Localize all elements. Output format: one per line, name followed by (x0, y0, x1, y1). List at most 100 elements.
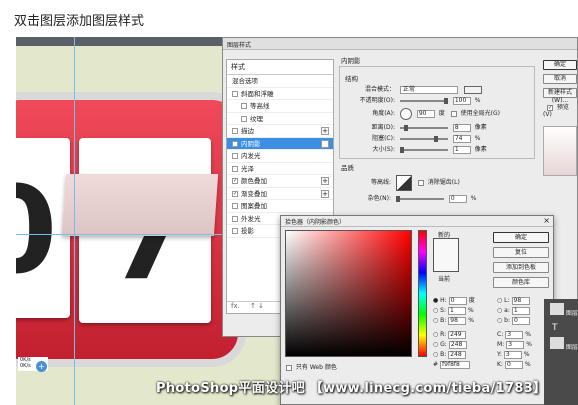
guide-vertical (74, 37, 75, 405)
hue-slider[interactable] (418, 230, 427, 357)
choke-input[interactable]: 74 (452, 134, 471, 143)
distance-slider[interactable] (399, 124, 448, 131)
digit-left: 0 (16, 172, 58, 292)
style-item[interactable]: 混合选项 (227, 75, 333, 88)
cancel-button[interactable]: 取消 (543, 74, 577, 84)
h-input[interactable]: 0 (448, 296, 467, 305)
style-checkbox[interactable] (232, 90, 238, 97)
style-checkbox[interactable] (241, 115, 247, 122)
style-checkbox[interactable] (241, 103, 247, 109)
style-item-label: 图案叠加 (241, 202, 267, 210)
choke-label: 阻塞(C): (372, 135, 395, 142)
style-item[interactable]: 内发光 (227, 150, 333, 163)
lab-b-input[interactable]: 0 (511, 316, 530, 325)
r-input[interactable]: 249 (448, 330, 467, 339)
inner-shadow-panel: 内阴影 结构 混合模式： 正常 不透明度(O): 100 % 角度(A): 90… (339, 52, 535, 204)
layers-panel: 图层 T 图层 (544, 299, 578, 405)
style-item[interactable]: 纹理 (227, 113, 333, 125)
blue-input[interactable]: 248 (448, 350, 467, 359)
add-icon[interactable]: + (36, 361, 47, 372)
new-style-button[interactable]: 新建样式(W)... (543, 88, 577, 104)
color-picker-buttons: 确定 复位 添加到色板 颜色库 (493, 232, 549, 292)
c-input[interactable]: 3 (505, 330, 524, 339)
opacity-slider[interactable] (399, 97, 448, 104)
style-checkbox[interactable] (232, 153, 238, 159)
size-label: 大小(S): (372, 146, 395, 153)
style-item[interactable]: ✓ 渐变叠加 + (227, 188, 333, 200)
fx-button[interactable]: fx. (231, 302, 240, 310)
style-item[interactable]: 光泽 (227, 163, 333, 175)
color-values: ● H: 0 度 ○ L: 98 ○ S: 1% ○ a: 1 ○ B: 98% ○ b: 0 ○ … (433, 296, 532, 369)
hex-input[interactable]: f9f8f8 (440, 360, 471, 369)
add-swatch-button[interactable]: 添加到色板 (493, 262, 549, 273)
style-checkbox[interactable] (232, 228, 238, 234)
photoshop-screenshot: 0 7 0K/s 0K/s + 图层样式 样式 混合选项斜面和浮雕等高线纹理描边… (16, 37, 578, 405)
m-input[interactable]: 3 (506, 340, 525, 349)
add-style-icon[interactable]: + (321, 139, 329, 148)
style-checkbox[interactable]: ✓ (232, 178, 238, 184)
angle-dial[interactable] (399, 107, 412, 120)
layer-row[interactable]: 图层 (544, 333, 578, 351)
blend-mode-select[interactable]: 正常 (399, 85, 458, 94)
style-item-label: 光泽 (241, 164, 254, 173)
style-item[interactable]: 描边 + (227, 125, 333, 138)
style-item[interactable]: ✓ 颜色叠加 + (227, 175, 333, 188)
add-style-icon[interactable]: + (321, 127, 329, 135)
style-checkbox[interactable] (232, 203, 238, 209)
contour-picker[interactable] (395, 174, 412, 191)
noise-slider[interactable] (395, 195, 444, 202)
angle-input[interactable]: 90 (416, 109, 435, 118)
shadow-color-swatch[interactable] (463, 85, 482, 94)
b-input[interactable]: 98 (448, 316, 467, 325)
add-style-icon[interactable]: + (321, 189, 329, 198)
preview-checkbox[interactable]: ✓ (547, 104, 553, 111)
style-item[interactable]: ✓ 内阴影 + (227, 137, 333, 150)
g-input[interactable]: 248 (448, 340, 467, 349)
a-input[interactable]: 1 (511, 306, 530, 315)
color-libraries-button[interactable]: 颜色库 (493, 277, 549, 288)
watermark-text: PhotoShop平面设计吧 【www.linecg.com/tieba/178… (156, 381, 547, 396)
flip-flap (61, 174, 219, 236)
move-arrows[interactable]: ↑ ↓ (250, 302, 264, 310)
layer-row[interactable]: T (544, 317, 578, 333)
antialias-checkbox[interactable] (417, 179, 424, 186)
angle-label: 角度(A): (372, 110, 395, 117)
size-slider[interactable] (399, 146, 448, 153)
s-input[interactable]: 1 (447, 306, 466, 315)
opacity-label: 不透明度(O): (359, 97, 395, 104)
style-item[interactable]: 斜面和浮雕 (227, 88, 333, 100)
distance-input[interactable]: 8 (452, 123, 471, 132)
dialog-title: 图层样式 (223, 38, 577, 50)
style-item[interactable]: 等高线 (227, 100, 333, 113)
l-input[interactable]: 98 (511, 296, 530, 305)
noise-input[interactable]: 0 (448, 194, 467, 203)
styles-header[interactable]: 样式 (227, 60, 333, 75)
style-checkbox[interactable]: ✓ (232, 140, 238, 147)
new-color-swatch (433, 238, 459, 272)
style-checkbox[interactable] (232, 128, 238, 134)
k-input[interactable]: 0 (504, 360, 523, 369)
style-item[interactable]: 图案叠加 (227, 200, 333, 213)
opacity-input[interactable]: 100 (452, 96, 471, 105)
add-style-icon[interactable]: + (321, 177, 329, 185)
picker-ok-button[interactable]: 确定 (493, 232, 549, 243)
choke-slider[interactable] (399, 135, 448, 142)
layer-row[interactable]: 图层 (544, 299, 578, 317)
style-item-label: 渐变叠加 (241, 189, 267, 198)
size-input[interactable]: 1 (452, 145, 471, 154)
y-input[interactable]: 3 (503, 350, 522, 359)
global-light-checkbox[interactable] (450, 110, 457, 117)
picker-reset-button[interactable]: 复位 (493, 247, 549, 258)
ok-button[interactable]: 确定 (543, 60, 577, 70)
color-picker-title: 拾色器（内阴影颜色） (285, 219, 346, 226)
web-only-checkbox[interactable] (286, 364, 292, 371)
color-field[interactable] (285, 230, 412, 357)
close-icon[interactable]: × (543, 216, 550, 225)
style-checkbox[interactable] (232, 165, 238, 172)
style-checkbox[interactable]: ✓ (232, 190, 238, 197)
style-item-label: 斜面和浮雕 (241, 89, 274, 98)
contour-label: 等高线: (370, 179, 391, 186)
dialog-buttons: 确定 取消 新建样式(W)... ✓ 预览(V) (543, 60, 577, 176)
distance-label: 距离(D): (371, 124, 395, 131)
style-checkbox[interactable] (232, 215, 238, 222)
